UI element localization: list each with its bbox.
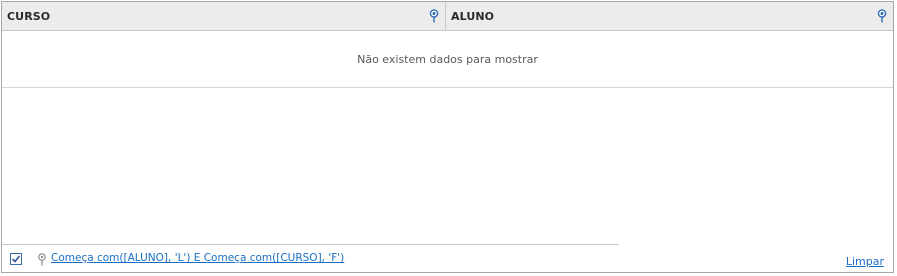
pin-filter-icon[interactable] bbox=[875, 8, 889, 24]
column-caption-curso: CURSO bbox=[7, 9, 51, 23]
column-header-curso[interactable]: CURSO bbox=[2, 2, 446, 30]
filter-enable-checkbox[interactable] bbox=[10, 253, 22, 265]
pin-filter-icon[interactable] bbox=[427, 8, 441, 24]
column-caption-aluno: ALUNO bbox=[451, 9, 495, 23]
empty-data-message: Não existem dados para mostrar bbox=[357, 52, 538, 66]
pin-filter-icon bbox=[38, 253, 46, 266]
filter-expression-link[interactable]: Começa com([ALUNO], 'L') E Começa com([C… bbox=[51, 252, 344, 264]
filter-divider bbox=[2, 244, 619, 245]
filter-panel: Começa com([ALUNO], 'L') E Começa com([C… bbox=[2, 244, 893, 272]
column-header-aluno[interactable]: ALUNO bbox=[446, 2, 893, 30]
clear-filter-link[interactable]: Limpar bbox=[846, 255, 884, 268]
checkmark-icon bbox=[11, 255, 21, 263]
grid-header: CURSO ALUNO bbox=[2, 2, 893, 31]
data-grid: CURSO ALUNO Não existem dados para mostr… bbox=[1, 1, 894, 273]
empty-data-row: Não existem dados para mostrar bbox=[2, 31, 893, 88]
